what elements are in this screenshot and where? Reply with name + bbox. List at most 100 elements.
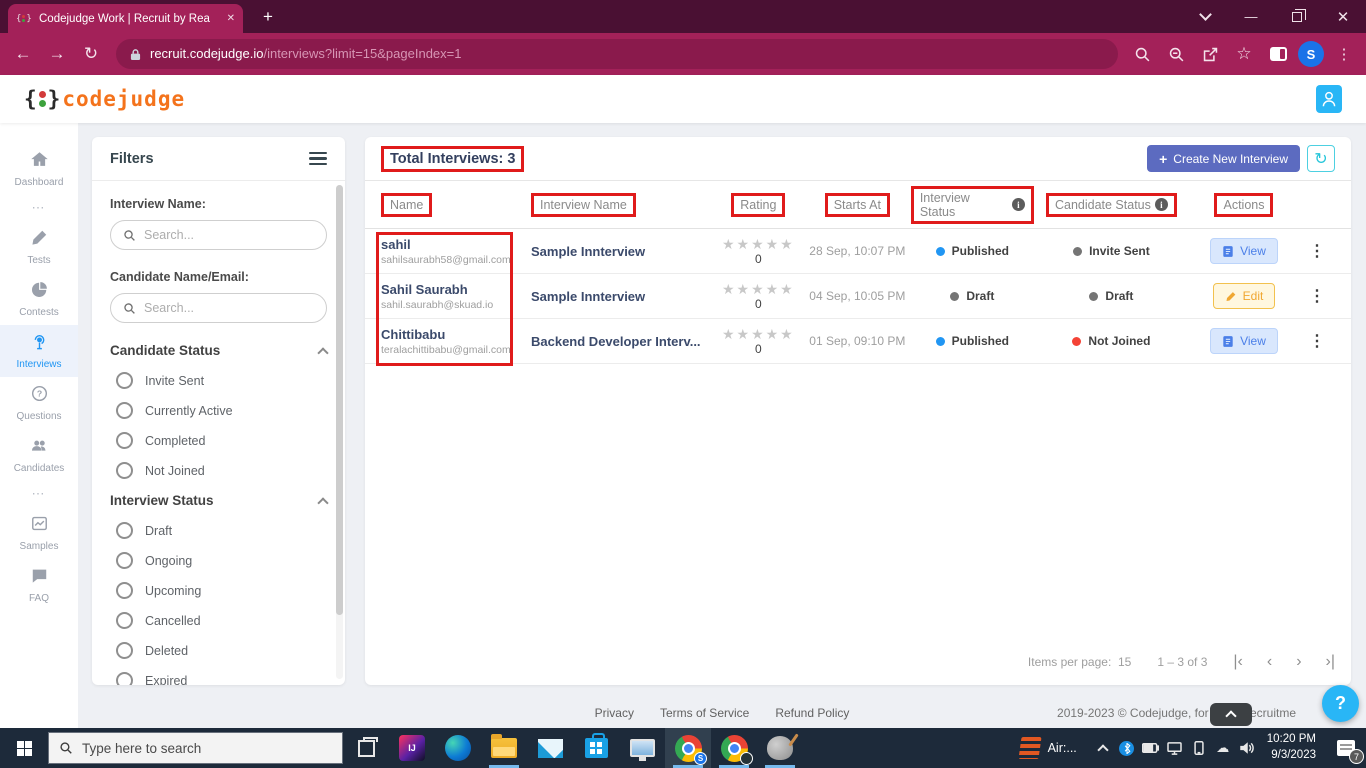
browser-menu-icon[interactable]: ⋮	[1330, 40, 1358, 68]
ms-store-app-icon[interactable]	[573, 728, 619, 768]
forward-icon[interactable]: →	[42, 39, 72, 69]
scroll-to-top-button[interactable]	[1210, 703, 1252, 726]
radio-not-joined[interactable]: Not Joined	[116, 462, 327, 479]
radio-circle-icon[interactable]	[116, 552, 133, 569]
refund-link[interactable]: Refund Policy	[775, 706, 849, 720]
share-icon[interactable]	[1196, 40, 1224, 68]
sidebar-item-questions[interactable]: ? Questions	[0, 377, 78, 429]
row-menu-icon[interactable]: ⋮	[1309, 286, 1325, 306]
radio-expired[interactable]: Expired	[116, 672, 327, 685]
interview-name-search[interactable]	[110, 220, 327, 250]
radio-deleted[interactable]: Deleted	[116, 642, 327, 659]
phone-link-icon[interactable]	[1187, 728, 1211, 768]
tab-search-icon[interactable]	[1182, 0, 1228, 33]
candidate-status-section[interactable]: Candidate Status	[110, 343, 329, 359]
radio-circle-icon[interactable]	[116, 462, 133, 479]
codejudge-logo[interactable]: { } codejudge	[24, 87, 185, 111]
radio-draft[interactable]: Draft	[116, 522, 327, 539]
bookmark-star-icon[interactable]: ☆	[1230, 40, 1258, 68]
first-page-icon[interactable]: |‹	[1233, 653, 1242, 671]
task-view-button[interactable]	[343, 728, 389, 768]
last-page-icon[interactable]: ›|	[1326, 653, 1335, 671]
items-per-page-value[interactable]: 15	[1118, 655, 1131, 669]
radio-circle-icon[interactable]	[116, 432, 133, 449]
prev-page-icon[interactable]: ‹	[1267, 653, 1272, 671]
chrome-profile2-app-icon[interactable]	[711, 728, 757, 768]
url-bar[interactable]: recruit.codejudge.io/interviews?limit=15…	[116, 39, 1118, 69]
tab-close-icon[interactable]: ✕	[227, 13, 235, 24]
account-button[interactable]	[1316, 85, 1342, 113]
filters-menu-icon[interactable]	[309, 151, 327, 166]
radio-circle-icon[interactable]	[116, 642, 133, 659]
intellij-app-icon[interactable]: IJ	[389, 728, 435, 768]
zoom-out-icon[interactable]	[1162, 40, 1190, 68]
radio-ongoing[interactable]: Ongoing	[116, 552, 327, 569]
file-explorer-app-icon[interactable]	[481, 728, 527, 768]
radio-upcoming[interactable]: Upcoming	[116, 582, 327, 599]
close-button[interactable]: ✕	[1320, 0, 1366, 33]
sidebar-item-candidates[interactable]: Candidates	[0, 429, 78, 481]
mail-app-icon[interactable]	[527, 728, 573, 768]
view-button[interactable]: View	[1210, 328, 1278, 354]
gimp-app-icon[interactable]	[757, 728, 803, 768]
create-new-interview-button[interactable]: + Create New Interview	[1147, 145, 1300, 172]
bluetooth-icon[interactable]	[1115, 728, 1139, 768]
view-button[interactable]: View	[1210, 238, 1278, 264]
radio-invite-sent[interactable]: Invite Sent	[116, 372, 327, 389]
help-button[interactable]: ?	[1322, 685, 1359, 722]
radio-completed[interactable]: Completed	[116, 432, 327, 449]
tray-app-label[interactable]: Air:...	[1048, 741, 1077, 755]
row-menu-icon[interactable]: ⋮	[1309, 331, 1325, 351]
privacy-link[interactable]: Privacy	[595, 706, 634, 720]
profile-avatar[interactable]: S	[1298, 41, 1324, 67]
info-icon[interactable]	[1011, 198, 1025, 211]
edge-app-icon[interactable]	[435, 728, 481, 768]
browser-tab[interactable]: {} Codejudge Work | Recruit by Rea ✕	[8, 4, 243, 33]
airflow-app-icon[interactable]	[1018, 737, 1042, 759]
back-icon[interactable]: ←	[8, 39, 38, 69]
minimize-button[interactable]: —	[1228, 0, 1274, 33]
radio-circle-icon[interactable]	[116, 672, 133, 685]
collapse-chevron-icon[interactable]	[317, 496, 329, 509]
onedrive-cloud-icon[interactable]: ☁	[1211, 728, 1235, 768]
radio-circle-icon[interactable]	[116, 402, 133, 419]
radio-currently-active[interactable]: Currently Active	[116, 402, 327, 419]
radio-circle-icon[interactable]	[116, 372, 133, 389]
restore-button[interactable]	[1274, 0, 1320, 33]
hidden-icons-chevron[interactable]	[1091, 728, 1115, 768]
collapse-chevron-icon[interactable]	[317, 346, 329, 359]
taskbar-clock[interactable]: 10:20 PM 9/3/2023	[1267, 732, 1316, 763]
search-icon[interactable]	[1128, 40, 1156, 68]
sidebar-item-dashboard[interactable]: Dashboard	[0, 143, 78, 195]
refresh-button[interactable]: ↻	[1307, 145, 1335, 172]
network-icon[interactable]	[1163, 728, 1187, 768]
candidate-input[interactable]	[144, 301, 314, 315]
candidate-search[interactable]	[110, 293, 327, 323]
interview-name-input[interactable]	[144, 228, 314, 242]
notifications-button[interactable]: 7	[1326, 728, 1366, 768]
sidebar-item-faq[interactable]: FAQ	[0, 559, 78, 611]
taskbar-search[interactable]	[48, 732, 343, 764]
terms-link[interactable]: Terms of Service	[660, 706, 749, 720]
battery-icon[interactable]	[1139, 728, 1163, 768]
sidebar-item-interviews[interactable]: Interviews	[0, 325, 78, 377]
filters-scrollbar[interactable]	[336, 185, 343, 679]
interview-status-section[interactable]: Interview Status	[110, 493, 329, 509]
info-icon[interactable]	[1154, 198, 1168, 211]
chrome-app-icon[interactable]: S	[665, 728, 711, 768]
interview-name-cell[interactable]: Sample Innterview	[531, 289, 713, 304]
sidebar-item-tests[interactable]: Tests	[0, 221, 78, 273]
remote-desktop-app-icon[interactable]	[619, 728, 665, 768]
start-button[interactable]	[0, 728, 48, 768]
row-menu-icon[interactable]: ⋮	[1309, 241, 1325, 261]
side-panel-icon[interactable]	[1264, 40, 1292, 68]
radio-cancelled[interactable]: Cancelled	[116, 612, 327, 629]
next-page-icon[interactable]: ›	[1296, 653, 1301, 671]
edit-button[interactable]: Edit	[1212, 283, 1276, 309]
interview-name-cell[interactable]: Sample Innterview	[531, 244, 713, 259]
volume-icon[interactable]	[1235, 728, 1259, 768]
interview-name-cell[interactable]: Backend Developer Interv...	[531, 334, 713, 349]
radio-circle-icon[interactable]	[116, 582, 133, 599]
sidebar-item-contests[interactable]: Contests	[0, 273, 78, 325]
taskbar-search-input[interactable]	[82, 740, 302, 756]
